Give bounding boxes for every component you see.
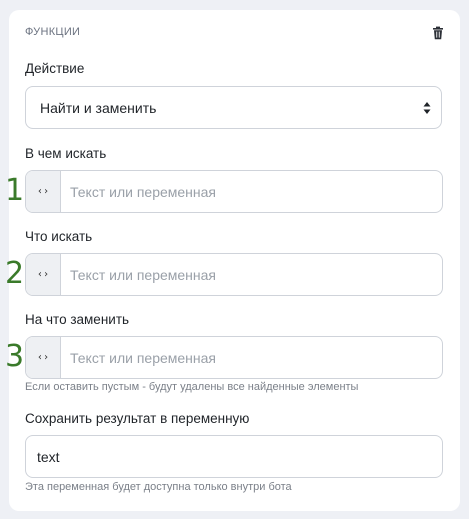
action-label: Действие: [25, 61, 85, 76]
result-label: Сохранить результат в переменную: [25, 411, 250, 426]
marker-2: 2: [5, 256, 25, 291]
result-variable-value: text: [37, 449, 60, 465]
trash-icon[interactable]: [431, 26, 445, 40]
replace-with-hint: Если оставить пустым - будут удалены все…: [25, 381, 359, 393]
search-what-label: Что искать: [25, 229, 93, 244]
result-hint: Эта переменная будет доступна только вну…: [25, 481, 292, 493]
marker-3: 3: [5, 339, 25, 374]
search-what-placeholder: Текст или переменная: [70, 267, 217, 283]
replace-with-label: На что заменить: [25, 312, 130, 327]
search-in-input[interactable]: ‹› Текст или переменная: [25, 170, 443, 213]
result-variable-input[interactable]: text: [25, 435, 443, 478]
variable-code-icon[interactable]: ‹›: [26, 171, 61, 212]
variable-code-icon[interactable]: ‹›: [26, 254, 61, 295]
select-arrows-icon: [423, 102, 431, 114]
replace-with-placeholder: Текст или переменная: [70, 350, 217, 366]
marker-1: 1: [5, 173, 25, 208]
search-in-label: В чем искать: [25, 146, 107, 161]
search-in-placeholder: Текст или переменная: [70, 184, 217, 200]
action-select[interactable]: Найти и заменить: [25, 86, 442, 129]
variable-code-icon[interactable]: ‹›: [26, 337, 61, 378]
section-title: ФУНКЦИИ: [25, 26, 81, 38]
action-select-value: Найти и заменить: [40, 100, 157, 116]
search-what-input[interactable]: ‹› Текст или переменная: [25, 253, 443, 296]
replace-with-input[interactable]: ‹› Текст или переменная: [25, 336, 443, 379]
